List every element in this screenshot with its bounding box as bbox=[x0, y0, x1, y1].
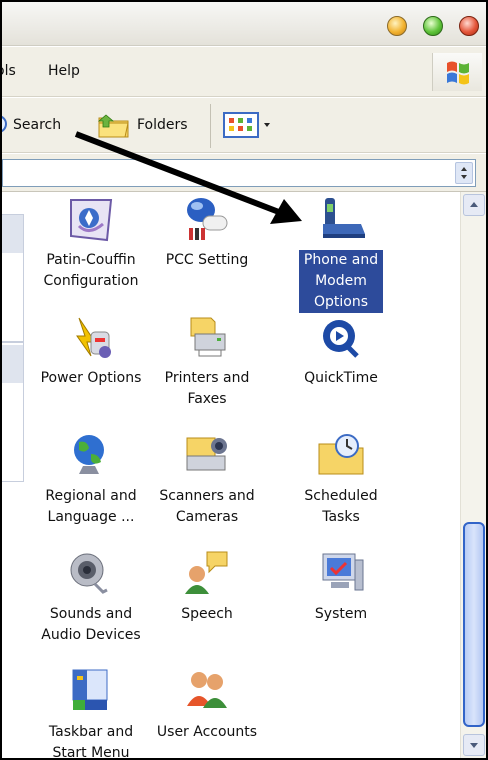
power-options-icon bbox=[65, 312, 117, 362]
item-taskbar-start-menu[interactable]: Taskbar and Start Menu bbox=[32, 666, 150, 760]
folder-icon bbox=[97, 114, 129, 138]
item-label: Printers and Faxes bbox=[164, 370, 250, 407]
item-label: Power Options bbox=[40, 370, 142, 386]
task-pane bbox=[2, 192, 24, 758]
item-quicktime[interactable]: QuickTime bbox=[282, 312, 400, 389]
views-icon bbox=[223, 112, 270, 138]
scroll-up-button[interactable] bbox=[463, 194, 485, 216]
item-label: Sounds and Audio Devices bbox=[41, 606, 141, 643]
item-label: Patin-Couffin Configuration bbox=[43, 252, 139, 289]
speech-icon bbox=[181, 548, 233, 598]
pcc-setting-icon bbox=[181, 194, 233, 244]
address-bar bbox=[2, 154, 486, 192]
search-icon bbox=[2, 115, 7, 133]
item-regional-language[interactable]: Regional and Language ... bbox=[32, 430, 150, 528]
scanner-icon bbox=[181, 430, 233, 480]
arrow-down-icon bbox=[470, 743, 478, 748]
menu-help[interactable]: Help bbox=[48, 63, 80, 79]
item-pcc-setting[interactable]: PCC Setting bbox=[148, 194, 266, 271]
search-button[interactable]: Search bbox=[2, 110, 62, 140]
item-speech[interactable]: Speech bbox=[148, 548, 266, 625]
title-bar[interactable] bbox=[2, 2, 486, 46]
quicktime-icon bbox=[315, 312, 367, 362]
item-label: Phone and Modem Options bbox=[299, 250, 383, 313]
phone-modem-icon bbox=[315, 194, 367, 244]
dropdown-arrows-icon bbox=[461, 167, 467, 179]
toolbar-separator bbox=[210, 104, 211, 148]
menu-tools[interactable]: ols bbox=[2, 63, 16, 79]
folders-label: Folders bbox=[137, 117, 188, 133]
item-label: Taskbar and Start Menu bbox=[48, 724, 134, 760]
printer-icon bbox=[181, 312, 233, 362]
item-system[interactable]: System bbox=[282, 548, 400, 625]
menu-bar: ols Help bbox=[2, 47, 486, 97]
task-pane-box bbox=[2, 214, 24, 342]
globe-icon bbox=[65, 430, 117, 480]
item-label: Regional and Language ... bbox=[45, 488, 137, 525]
item-label: PCC Setting bbox=[165, 252, 249, 268]
user-accounts-icon bbox=[181, 666, 233, 716]
item-label: QuickTime bbox=[304, 370, 378, 386]
views-button[interactable] bbox=[222, 111, 274, 139]
item-printers-faxes[interactable]: Printers and Faxes bbox=[148, 312, 266, 410]
scheduled-tasks-icon bbox=[315, 430, 367, 480]
close-button[interactable] bbox=[459, 16, 479, 36]
maximize-button[interactable] bbox=[423, 16, 443, 36]
item-patin-couffin[interactable]: Patin-Couffin Configuration bbox=[32, 194, 150, 292]
vertical-scrollbar[interactable] bbox=[460, 192, 486, 758]
chevron-down-icon bbox=[264, 123, 270, 127]
system-icon bbox=[315, 548, 367, 598]
item-user-accounts[interactable]: User Accounts bbox=[148, 666, 266, 743]
windows-logo-icon bbox=[432, 53, 482, 91]
taskbar-icon bbox=[65, 666, 117, 716]
window: ols Help Search Folders bbox=[0, 0, 488, 760]
search-label: Search bbox=[13, 117, 62, 133]
task-pane-box bbox=[2, 342, 24, 482]
patin-couffin-icon bbox=[65, 194, 117, 244]
address-dropdown-button[interactable] bbox=[455, 162, 473, 184]
control-panel-items: Patin-Couffin Configuration PCC Setting bbox=[24, 192, 460, 760]
item-label: Speech bbox=[181, 606, 233, 622]
item-phone-modem-options[interactable]: Phone and Modem Options bbox=[282, 194, 400, 313]
item-scheduled-tasks[interactable]: Scheduled Tasks bbox=[282, 430, 400, 528]
folders-button[interactable]: Folders bbox=[97, 110, 188, 140]
arrow-up-icon bbox=[470, 202, 478, 207]
scroll-thumb[interactable] bbox=[463, 522, 485, 727]
item-scanners-cameras[interactable]: Scanners and Cameras bbox=[148, 430, 266, 528]
toolbar: Search Folders bbox=[2, 98, 486, 153]
item-label: Scheduled Tasks bbox=[304, 488, 378, 525]
address-input[interactable] bbox=[2, 159, 476, 187]
item-label: Scanners and Cameras bbox=[159, 488, 255, 525]
scroll-down-button[interactable] bbox=[463, 734, 485, 756]
item-label: System bbox=[314, 606, 368, 622]
item-power-options[interactable]: Power Options bbox=[32, 312, 150, 389]
item-sounds-audio[interactable]: Sounds and Audio Devices bbox=[32, 548, 150, 646]
speaker-icon bbox=[65, 548, 117, 598]
item-label: User Accounts bbox=[156, 724, 258, 740]
minimize-button[interactable] bbox=[387, 16, 407, 36]
